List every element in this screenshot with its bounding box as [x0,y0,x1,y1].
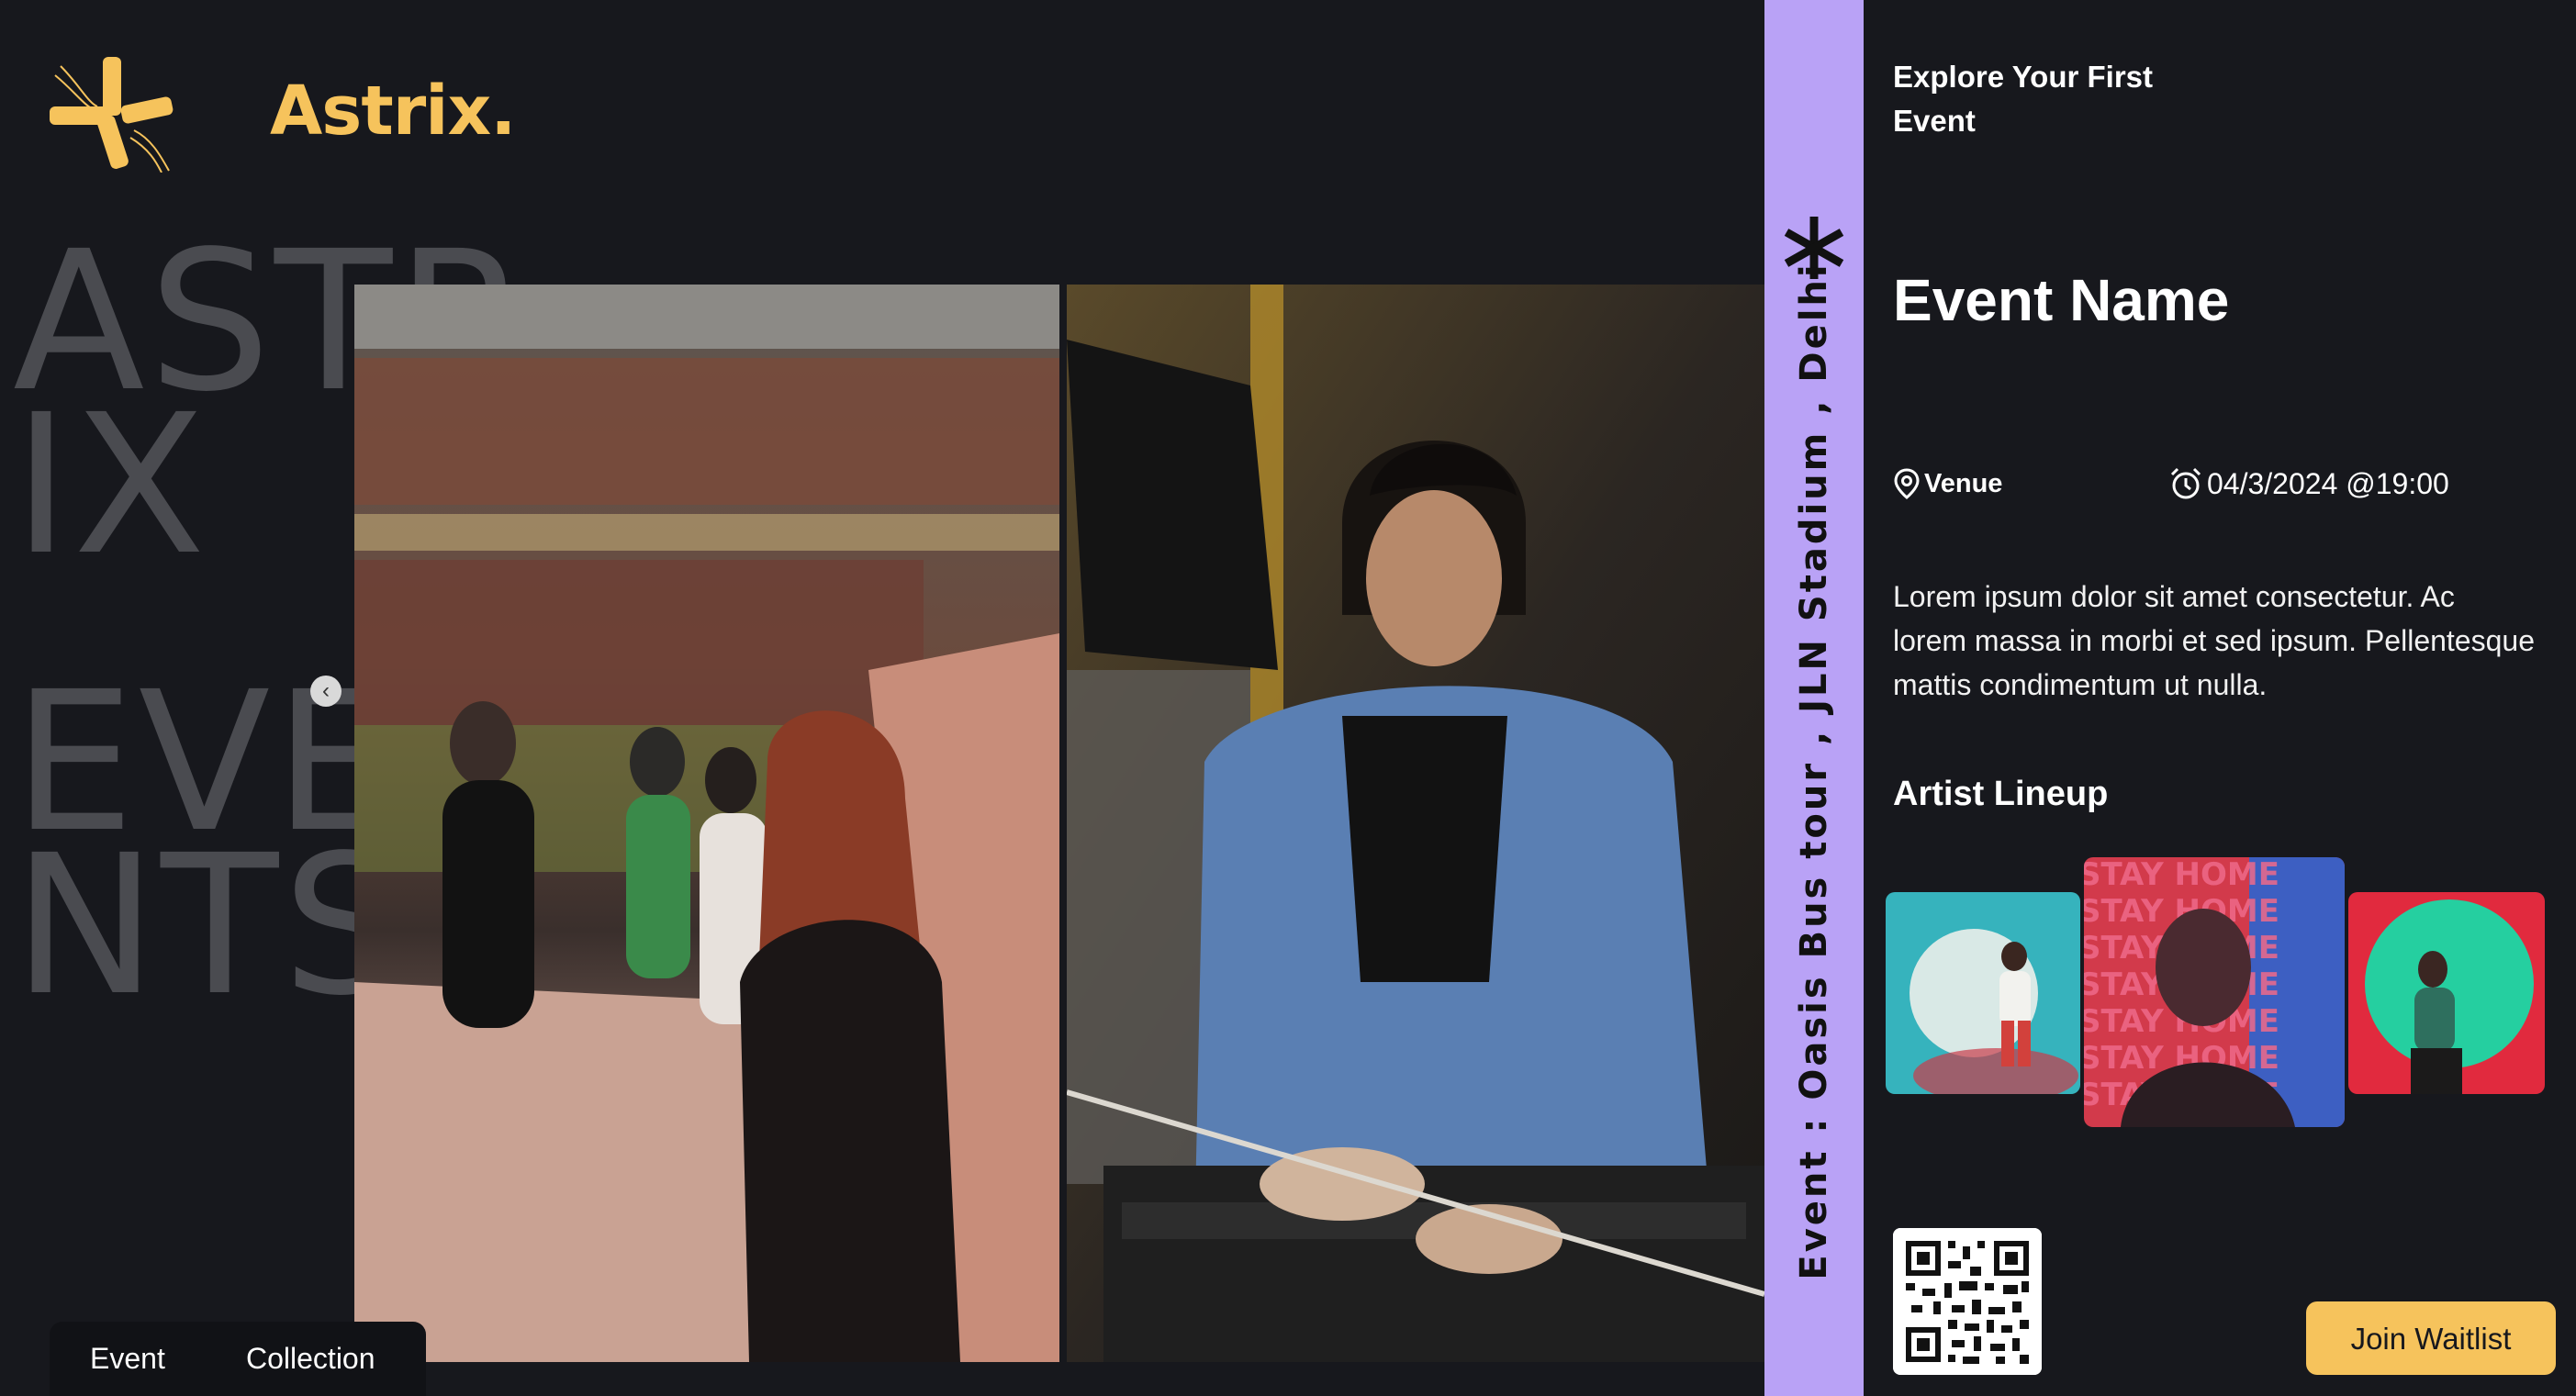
event-details-panel: Explore Your First Event Event Name Venu… [1864,0,2576,1396]
event-photo-crowd [354,285,1059,1362]
artist-card-1[interactable] [1886,892,2080,1094]
venue: Venue [1893,468,2002,499]
artist-lineup-heading: Artist Lineup [1893,775,2109,813]
carousel-prev-button[interactable]: ‹ [310,676,342,707]
event-description: Lorem ipsum dolor sit amet consectetur. … [1893,580,2535,701]
event-info-strip: Event : Oasis Bus tour , JLN Stadium , D… [1764,0,1864,1396]
event-location-text: Event : Oasis Bus tour , JLN Stadium , D… [1793,262,1835,1280]
venue-label: Venue [1924,468,2003,498]
left-panel: Astrix. ASTR IX EVE NTS ‹ Event Collecti… [0,0,1764,1396]
event-name: Event Name [1893,267,2230,333]
artist-card-3[interactable] [2348,892,2545,1094]
brand-name: Astrix. [270,72,516,151]
poster-text: STAY HOME [2084,857,2279,893]
nav-item-collection[interactable]: Collection [246,1342,375,1376]
artist-card-2[interactable]: STAY HOME STAY HOME STAY HOME STAY HOME … [2084,857,2345,1127]
chevron-left-icon: ‹ [322,678,330,703]
event-datetime: 04/3/2024 @19:00 [2168,466,2449,501]
explore-heading: Explore Your First Event [1893,60,2154,138]
strip-text-container: Event : Oasis Bus tour , JLN Stadium , D… [1786,243,1842,1299]
logo-mark-icon [50,57,174,173]
bottom-nav: Event Collection [50,1322,426,1396]
join-waitlist-button[interactable]: Join Waitlist [2306,1301,2556,1375]
location-pin-icon [1894,468,1920,499]
datetime-value: 04/3/2024 @19:00 [2207,466,2449,500]
qr-code [1893,1228,2042,1375]
event-photo-dj [1067,285,1764,1362]
alarm-clock-icon [2170,467,2201,499]
background-text-events: EVE NTS [13,650,409,1038]
nav-item-event[interactable]: Event [90,1342,165,1376]
